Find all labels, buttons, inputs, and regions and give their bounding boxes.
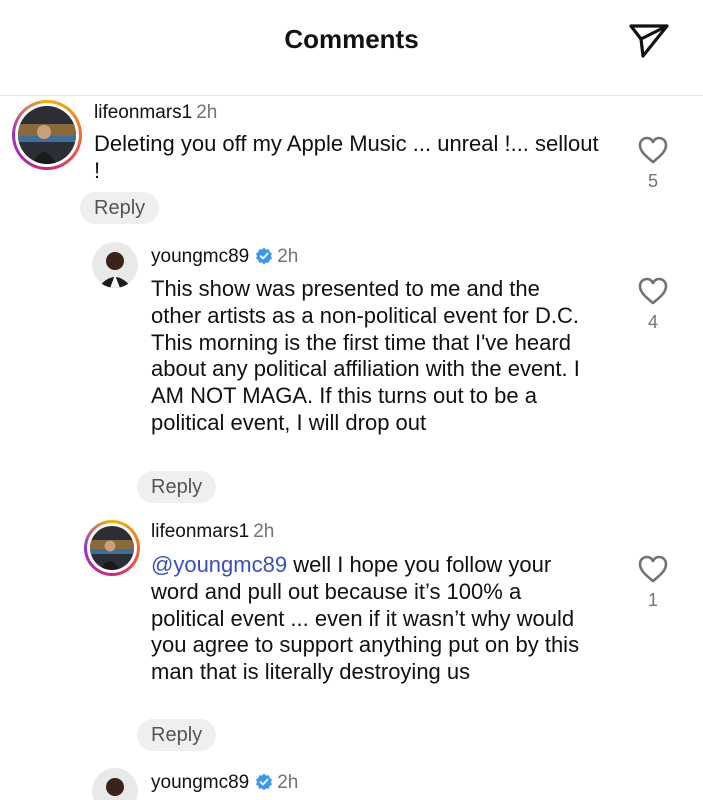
like-count: 5 (647, 171, 658, 191)
timestamp: 2h (277, 772, 299, 793)
comment-meta: lifeonmars1 2h (151, 521, 274, 543)
timestamp: 2h (196, 102, 218, 123)
mention-link[interactable]: @youngmc89 (151, 552, 287, 577)
timestamp: 2h (277, 246, 299, 267)
like-count: 4 (647, 312, 658, 332)
comments-header: Comments (0, 0, 703, 96)
username[interactable]: youngmc89 (151, 246, 249, 267)
heart-icon (638, 277, 668, 305)
comment-meta: lifeonmars1 2h (94, 102, 217, 124)
verified-badge-icon (255, 773, 273, 797)
verified-badge-icon (255, 247, 273, 271)
like-button[interactable]: 1 (633, 554, 673, 611)
like-button[interactable]: 5 (633, 135, 673, 192)
comment-meta: youngmc89 2h (151, 246, 298, 271)
comment-text: @youngmc89 well I hope you follow your w… (151, 552, 596, 686)
heart-icon (638, 136, 668, 164)
reply-button[interactable]: Reply (137, 719, 217, 751)
comment-text: This show was presented to me and the ot… (151, 276, 580, 435)
page-title: Comments (284, 24, 419, 54)
like-button[interactable]: 4 (633, 276, 673, 333)
comment-text: Deleting you off my Apple Music ... unre… (94, 131, 599, 183)
reply-button[interactable]: Reply (80, 192, 160, 224)
comment-meta: youngmc89 2h (151, 772, 298, 797)
avatar[interactable] (12, 100, 82, 170)
username[interactable]: lifeonmars1 (94, 102, 192, 123)
reply-button[interactable]: Reply (137, 471, 217, 503)
username[interactable]: youngmc89 (151, 772, 249, 793)
comments-sheet: Comments lifeonmars12h Deleting you off (0, 0, 703, 800)
like-count: 1 (647, 590, 658, 610)
avatar[interactable] (84, 520, 140, 576)
send-icon[interactable] (627, 18, 671, 62)
avatar[interactable] (92, 768, 138, 800)
username[interactable]: lifeonmars1 (151, 521, 249, 542)
heart-icon (638, 555, 668, 583)
avatar[interactable] (92, 242, 138, 288)
timestamp: 2h (253, 521, 275, 542)
